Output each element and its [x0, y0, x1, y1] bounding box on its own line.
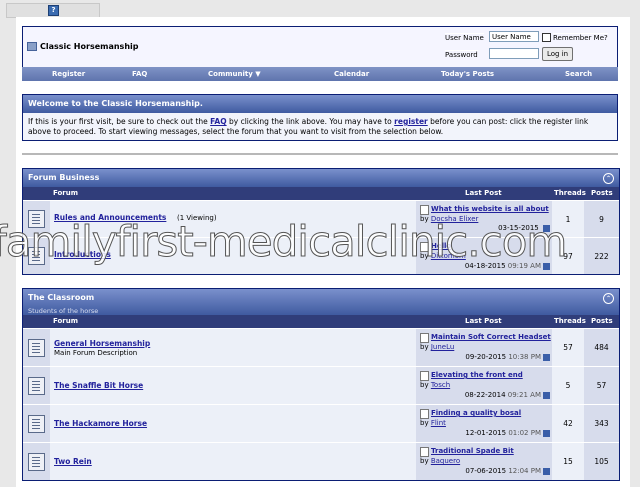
section-header: The Classroom Students of the horse ⌃ [23, 289, 619, 315]
remember-me-label: Remember Me? [553, 33, 608, 48]
site-header: Classic Horsemanship User Name Remember … [22, 26, 618, 68]
go-to-post-icon[interactable] [543, 391, 550, 399]
nav-faq[interactable]: FAQ [132, 70, 147, 78]
nav-register[interactable]: Register [52, 70, 85, 78]
username-input[interactable] [489, 31, 539, 42]
last-post-date: 08-22-2014 09:21 AM [465, 391, 550, 399]
forum-title[interactable]: The Snaffle Bit Horse [54, 381, 143, 390]
section-the-classroom: The Classroom Students of the horse ⌃ Fo… [22, 288, 620, 481]
last-post-author: by Tosch [420, 381, 451, 389]
forum-icon [28, 377, 45, 395]
col-forum: Forum [53, 189, 79, 197]
col-last-post: Last Post [465, 317, 502, 325]
forum-row: The Snaffle Bit Horse Elevating the fron… [23, 366, 619, 404]
last-post-date: 07-06-2015 12:04 PM [465, 467, 550, 475]
post-icon [420, 205, 429, 215]
nav-community[interactable]: Community ▼ [208, 70, 261, 78]
forum-icon [28, 415, 45, 433]
nav-calendar[interactable]: Calendar [334, 70, 369, 78]
last-post-author: by Flint [420, 419, 446, 427]
post-icon [420, 333, 429, 343]
go-to-post-icon[interactable] [543, 467, 550, 475]
forum-row: General Horsemanship Main Forum Descripti… [23, 328, 619, 366]
section-header: Forum Business ⌃ [23, 169, 619, 187]
post-icon [420, 409, 429, 419]
last-post-date: 12-01-2015 01:02 PM [465, 429, 550, 437]
last-post-author: by Baquero [420, 457, 461, 465]
thread-count: 57 [563, 343, 573, 352]
last-post-title[interactable]: What this website is all about [431, 205, 549, 213]
last-post-title[interactable]: Elevating the front end [431, 371, 523, 379]
last-post-title[interactable]: Finding a quality bosal [431, 409, 521, 417]
help-icon[interactable]: ? [48, 5, 59, 16]
forum-description: Main Forum Description [54, 349, 138, 357]
forum-row: Two Rein Traditional Spade Bit by Baquer… [23, 442, 619, 480]
post-count: 222 [594, 252, 609, 261]
remember-me-checkbox[interactable] [542, 33, 551, 42]
nav-search[interactable]: Search [565, 70, 592, 78]
site-title[interactable]: Classic Horsemanship [27, 42, 138, 51]
col-last-post: Last Post [465, 189, 502, 197]
table-header: Forum Last Post Threads Posts [23, 187, 619, 200]
forum-icon [28, 453, 45, 471]
welcome-heading: Welcome to the Classic Horsemanship. [23, 95, 617, 113]
forum-title[interactable]: The Hackamore Horse [54, 419, 147, 428]
welcome-box: Welcome to the Classic Horsemanship. If … [22, 94, 618, 141]
faq-link[interactable]: FAQ [210, 117, 226, 126]
home-icon [27, 42, 37, 51]
last-post-author: by JuneLu [420, 343, 455, 351]
col-forum: Forum [53, 317, 79, 325]
login-button[interactable]: Log in [542, 47, 574, 61]
post-count: 105 [594, 457, 609, 466]
post-icon [420, 447, 429, 457]
forum-row: The Hackamore Horse Finding a quality bo… [23, 404, 619, 442]
post-icon [420, 371, 429, 381]
post-count: 484 [594, 343, 609, 352]
section-subtitle: Students of the horse [28, 307, 99, 315]
thread-count: 5 [565, 381, 571, 390]
forum-title[interactable]: Two Rein [54, 457, 92, 466]
password-input[interactable] [489, 48, 539, 59]
top-toolbar: ? [6, 3, 100, 18]
last-post-title[interactable]: Traditional Spade Bit [431, 447, 514, 455]
thread-count: 42 [563, 419, 573, 428]
col-posts: Posts [591, 189, 613, 197]
go-to-post-icon[interactable] [543, 429, 550, 437]
post-count: 343 [594, 419, 609, 428]
collapse-icon[interactable]: ⌃ [603, 293, 614, 304]
username-label: User Name [445, 33, 484, 48]
watermark-text: familyfirst-medicalclinic.com [0, 217, 568, 267]
forum-title[interactable]: General Horsemanship [54, 339, 150, 348]
forum-icon [28, 339, 45, 357]
thread-count: 15 [563, 457, 573, 466]
last-post-title[interactable]: Maintain Soft Correct Headset [431, 333, 551, 341]
last-post-date: 09-20-2015 10:38 PM [465, 353, 550, 361]
section-title[interactable]: The Classroom [28, 293, 94, 302]
collapse-icon[interactable]: ⌃ [603, 173, 614, 184]
post-count: 9 [599, 215, 604, 224]
register-link[interactable]: register [394, 117, 428, 126]
go-to-post-icon[interactable] [543, 353, 550, 361]
col-threads: Threads [554, 317, 586, 325]
divider [22, 153, 618, 155]
nav-bar: Register FAQ Community ▼ Calendar Today'… [22, 67, 618, 81]
col-threads: Threads [554, 189, 586, 197]
welcome-text: If this is your first visit, be sure to … [23, 113, 617, 140]
col-posts: Posts [591, 317, 613, 325]
password-label: Password [445, 50, 478, 65]
section-title[interactable]: Forum Business [28, 173, 99, 182]
nav-todays-posts[interactable]: Today's Posts [441, 70, 494, 78]
post-count: 57 [596, 381, 607, 390]
table-header: Forum Last Post Threads Posts [23, 315, 619, 328]
